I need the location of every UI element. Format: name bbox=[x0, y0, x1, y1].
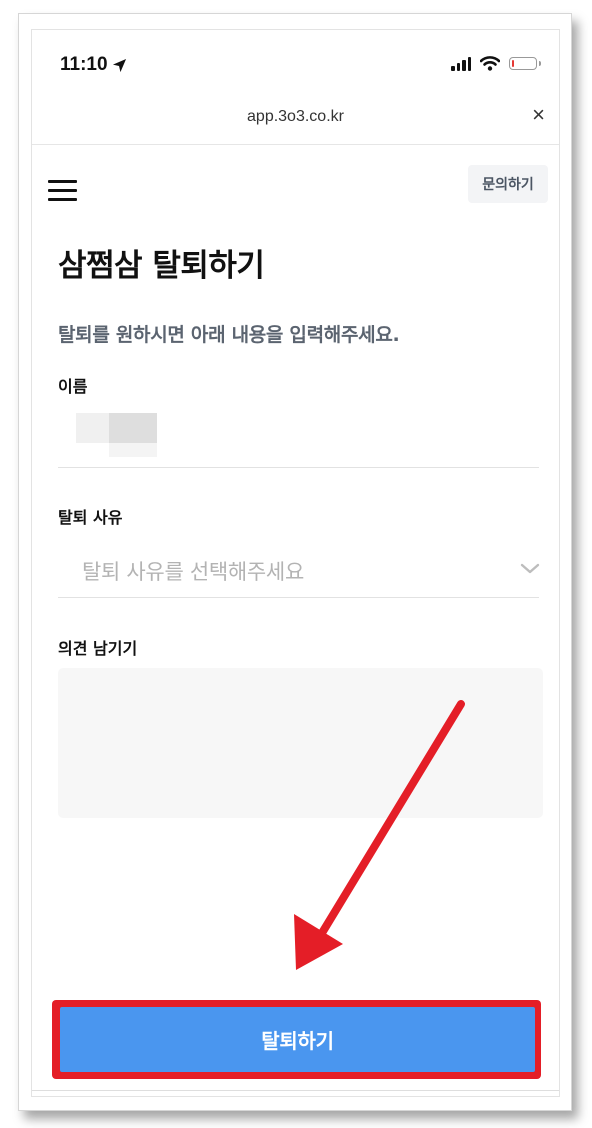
status-time: 11:10 bbox=[60, 54, 127, 76]
screenshot-frame: 11:10 app.3o3.co.kr × 문의하기 삼쩜삼 탈퇴하기 탈퇴를 … bbox=[18, 13, 572, 1111]
withdraw-button-highlight[interactable]: 탈퇴하기 bbox=[52, 1000, 541, 1079]
wifi-icon bbox=[480, 56, 500, 71]
page-title: 삼쩜삼 탈퇴하기 bbox=[58, 248, 265, 284]
status-icons bbox=[451, 56, 541, 71]
phone-screen: 11:10 app.3o3.co.kr × 문의하기 삼쩜삼 탈퇴하기 탈퇴를 … bbox=[31, 29, 560, 1097]
name-field-underline bbox=[58, 467, 539, 468]
reason-select[interactable]: 탈퇴 사유를 선택해주세요 bbox=[82, 556, 304, 586]
cellular-signal-icon bbox=[451, 56, 471, 71]
battery-level bbox=[512, 60, 515, 67]
url-text[interactable]: app.3o3.co.kr bbox=[32, 108, 559, 126]
status-time-text: 11:10 bbox=[60, 54, 108, 75]
chevron-down-icon[interactable] bbox=[519, 562, 541, 576]
location-arrow-icon bbox=[112, 58, 126, 72]
reason-select-underline bbox=[58, 597, 539, 598]
withdraw-button[interactable]: 탈퇴하기 bbox=[60, 1007, 535, 1072]
close-icon[interactable]: × bbox=[532, 102, 545, 128]
bottom-divider bbox=[32, 1090, 559, 1091]
withdraw-button-label: 탈퇴하기 bbox=[261, 1029, 334, 1053]
battery-icon bbox=[509, 57, 541, 70]
reason-label: 탈퇴 사유 bbox=[58, 508, 123, 527]
comment-label: 의견 남기기 bbox=[58, 639, 138, 658]
name-field-value-blurred[interactable] bbox=[76, 413, 158, 457]
comment-textarea[interactable] bbox=[58, 668, 543, 818]
name-label: 이름 bbox=[58, 377, 88, 396]
browser-url-bar: app.3o3.co.kr × bbox=[32, 94, 559, 145]
page-subtitle: 탈퇴를 원하시면 아래 내용을 입력해주세요. bbox=[58, 324, 400, 346]
inquiry-button[interactable]: 문의하기 bbox=[468, 165, 548, 203]
hamburger-menu-icon[interactable] bbox=[48, 180, 77, 202]
